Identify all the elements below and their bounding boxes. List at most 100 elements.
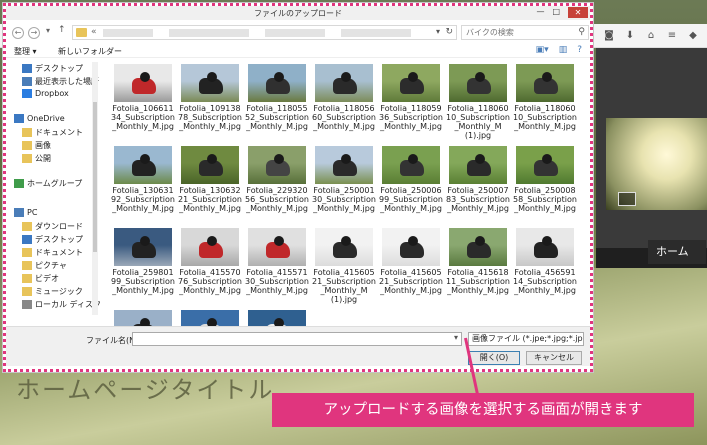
- extension-icon[interactable]: ◆: [687, 30, 699, 41]
- file-item[interactable]: Fotolia_118060 10_Subscription _Monthly_M.…: [512, 64, 578, 131]
- nav-item-label: ビデオ: [35, 274, 59, 283]
- file-item[interactable]: Fotolia_415605 21_Subscription _Monthly_M.…: [378, 228, 444, 295]
- pc-icon: [14, 208, 24, 217]
- chevron-down-icon[interactable]: ▾: [436, 27, 440, 36]
- menu-icon[interactable]: ≡: [666, 30, 678, 41]
- nav-item[interactable]: ミュージック: [22, 286, 83, 297]
- nav-item[interactable]: ホームグループ: [14, 178, 82, 189]
- up-icon[interactable]: ↑: [58, 25, 66, 35]
- file-item[interactable]: Fotolia_229320 56_Subscription _Monthly_M.…: [244, 146, 310, 213]
- file-item[interactable]: Fotolia_118056 60_Subscription _Monthly_M.…: [311, 64, 377, 131]
- file-thumbnail: [181, 146, 239, 184]
- nav-item[interactable]: 画像: [22, 140, 51, 151]
- folder-icon: [22, 154, 32, 163]
- file-item[interactable]: Fotolia_109138 78_Subscription _Monthly_M.…: [177, 64, 243, 131]
- file-name: Fotolia_118060 10_Subscription _Monthly_M(…: [446, 104, 510, 140]
- nav-item[interactable]: OneDrive: [14, 114, 65, 123]
- file-item[interactable]: Fotolia_415618 11_Subscription _Monthly_M.…: [445, 228, 511, 295]
- address-bar[interactable]: « ▾ ↻: [72, 25, 457, 40]
- minimize-icon[interactable]: —: [536, 7, 544, 18]
- file-thumbnail: [248, 146, 306, 184]
- file-item[interactable]: Fotolia_250006 99_Subscription _Monthly_M.…: [378, 146, 444, 213]
- nav-item[interactable]: デスクトップ: [22, 234, 83, 245]
- file-name: Fotolia_415571 30_Subscription _Monthly_M.…: [245, 268, 309, 295]
- download-icon[interactable]: ⬇: [624, 30, 636, 41]
- file-item[interactable]: Fotolia_118060 10_Subscription _Monthly_M(…: [445, 64, 511, 140]
- file-item[interactable]: Fotolia_130632 21_Subscription _Monthly_M.…: [177, 146, 243, 213]
- nav-item-label: 公開: [35, 154, 51, 163]
- organize-button[interactable]: 整理 ▾: [14, 46, 37, 57]
- scrollbar-thumb[interactable]: [93, 102, 97, 252]
- nav-item[interactable]: 公開: [22, 153, 51, 164]
- search-icon[interactable]: ⚲: [578, 27, 585, 37]
- file-item[interactable]: Fotolia_118055 52_Subscription _Monthly_M.…: [244, 64, 310, 131]
- nav-item[interactable]: デスクトップ: [22, 63, 83, 74]
- navigation-pane: デスクトップ 最近表示した場所 Dropbox OneDrive ドキュメント 画像 公開ホ…: [14, 62, 100, 315]
- nav-item[interactable]: ドキュメント: [22, 247, 83, 258]
- maximize-icon[interactable]: □: [552, 7, 560, 18]
- nav-item-label: Dropbox: [35, 89, 69, 98]
- nav-item[interactable]: Dropbox: [22, 89, 69, 98]
- nav-item[interactable]: 最近表示した場所: [22, 76, 99, 87]
- file-name: Fotolia_130631 92_Subscription _Monthly_M.…: [111, 186, 175, 213]
- command-bar: 整理 ▾ 新しいフォルダー ▣▾ ▥ ?: [6, 44, 590, 58]
- open-button[interactable]: 開く(O): [468, 351, 520, 365]
- breadcrumb[interactable]: [265, 29, 325, 37]
- folder-icon: [22, 128, 32, 137]
- chevron-down-icon[interactable]: ▾: [454, 333, 458, 342]
- file-name: Fotolia_415605 21_Subscription _Monthly_M(…: [312, 268, 376, 304]
- nav-item[interactable]: ピクチャ: [22, 260, 67, 271]
- filename-input[interactable]: ▾: [132, 332, 462, 346]
- nav-item[interactable]: ローカル ディスク (C: [22, 299, 100, 310]
- file-thumbnail: [181, 228, 239, 266]
- file-item[interactable]: Fotolia_106611 34_Subscription _Monthly_M.…: [110, 64, 176, 131]
- breadcrumb[interactable]: [103, 29, 153, 37]
- forward-icon[interactable]: →: [28, 27, 40, 39]
- file-item[interactable]: Fotolia_259801 99_Subscription _Monthly_M.…: [110, 228, 176, 295]
- preview-pane-icon[interactable]: ▥: [559, 45, 568, 55]
- refresh-icon[interactable]: ↻: [445, 27, 453, 37]
- drive-icon: [22, 300, 32, 309]
- navigation-scrollbar[interactable]: [92, 62, 98, 315]
- file-type-filter[interactable]: 画像ファイル (*.jpe;*.jpg;*.jpe: [468, 332, 584, 346]
- search-input[interactable]: [462, 26, 570, 39]
- folder-icon: [22, 141, 32, 150]
- nav-home-link[interactable]: ホーム: [648, 240, 706, 264]
- nav-item[interactable]: PC: [14, 208, 37, 217]
- file-name: Fotolia_118055 52_Subscription _Monthly_M.…: [245, 104, 309, 131]
- file-item[interactable]: Fotolia_130631 92_Subscription _Monthly_M.…: [110, 146, 176, 213]
- help-icon[interactable]: ?: [577, 45, 582, 55]
- file-item[interactable]: Fotolia_118059 36_Subscription _Monthly_M.…: [378, 64, 444, 131]
- view-options-icon[interactable]: ▣▾: [536, 45, 549, 55]
- file-thumbnail: [315, 228, 373, 266]
- home-icon[interactable]: ⌂: [645, 30, 657, 41]
- nav-item[interactable]: ビデオ: [22, 273, 59, 284]
- nav-item-label: ピクチャ: [35, 261, 67, 270]
- search-box[interactable]: ⚲: [461, 25, 589, 40]
- file-item[interactable]: Fotolia_250001 30_Subscription _Monthly_M.…: [311, 146, 377, 213]
- file-item[interactable]: Fotolia_456591 14_Subscription _Monthly_M.…: [512, 228, 578, 295]
- file-item[interactable]: Fotolia_415605 21_Subscription _Monthly_M(…: [311, 228, 377, 304]
- file-name: Fotolia_259801 99_Subscription _Monthly_M.…: [111, 268, 175, 295]
- file-item[interactable]: Fotolia_415571 30_Subscription _Monthly_M.…: [244, 228, 310, 295]
- cancel-button[interactable]: キャンセル: [526, 351, 582, 365]
- folder-icon: [76, 28, 87, 37]
- pocket-icon[interactable]: ◙: [603, 30, 615, 41]
- file-item[interactable]: Fotolia_250008 58_Subscription _Monthly_M.…: [512, 146, 578, 213]
- file-thumbnail: [181, 64, 239, 102]
- rider-image: [274, 154, 284, 164]
- file-name: Fotolia_250001 30_Subscription _Monthly_M.…: [312, 186, 376, 213]
- close-icon[interactable]: ✕: [568, 7, 588, 18]
- homegroup-icon: [14, 179, 24, 188]
- back-icon[interactable]: ←: [12, 27, 24, 39]
- breadcrumb[interactable]: [169, 29, 249, 37]
- recent-locations-icon[interactable]: ▾: [46, 26, 50, 35]
- file-item[interactable]: Fotolia_250007 83_Subscription _Monthly_M.…: [445, 146, 511, 213]
- breadcrumb[interactable]: [341, 29, 411, 37]
- nav-item[interactable]: ドキュメント: [22, 127, 83, 138]
- nav-item[interactable]: ダウンロード: [22, 221, 83, 232]
- file-name: Fotolia_415605 21_Subscription _Monthly_M.…: [379, 268, 443, 295]
- file-item[interactable]: Fotolia_415570 76_Subscription _Monthly_M.…: [177, 228, 243, 295]
- chevron-icon: «: [91, 27, 97, 37]
- new-folder-button[interactable]: 新しいフォルダー: [58, 46, 122, 57]
